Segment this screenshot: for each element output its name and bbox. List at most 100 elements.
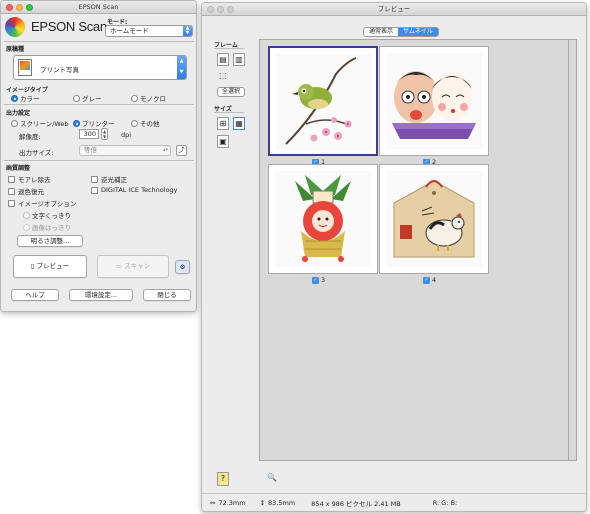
epson-logo-icon xyxy=(5,17,25,37)
zoom-window-button[interactable] xyxy=(26,4,33,11)
tab-thumbnail[interactable]: サムネイル xyxy=(398,28,438,36)
thumbnail-frame xyxy=(268,164,378,274)
preview-button[interactable]: ▯ プレビュー xyxy=(13,255,87,278)
radio-other[interactable]: その他 xyxy=(131,118,160,128)
photo-icon xyxy=(18,59,32,76)
scan-window-title: EPSON Scan xyxy=(78,3,119,11)
frame-landscape-icon[interactable]: ▥ xyxy=(233,53,245,66)
thumbnail-3-checkbox[interactable]: ✓ xyxy=(312,276,319,284)
thumbnail-image-ornament xyxy=(275,171,371,267)
preview-window: プレビュー 通常表示 サムネイル フレーム ▤ ▥ ⬚ 全選択 サイズ ⊞ ▦ … xyxy=(201,2,587,512)
scrollbar-track[interactable] xyxy=(568,39,569,461)
doc-type-label: 原稿種 xyxy=(6,46,25,53)
thumbnail-frame xyxy=(268,46,378,156)
checkbox-moire-label: モアレ除去 xyxy=(18,176,51,184)
radio-dot xyxy=(11,94,18,102)
checkbox-box xyxy=(8,187,15,195)
checkbox-color-restore[interactable]: 退色復元 xyxy=(8,186,44,196)
frame-select-icon[interactable]: ⬚ xyxy=(217,70,229,83)
output-label: 出力設定 xyxy=(6,110,31,117)
radio-image-clear[interactable]: 画像はっきり xyxy=(23,222,71,232)
scanner-icon: ▭ xyxy=(115,262,125,270)
thumbnail-3[interactable]: ✓ 3 xyxy=(268,164,378,285)
checkbox-backlight[interactable]: 逆光補正 xyxy=(91,174,127,184)
checkbox-moire[interactable]: モアレ除去 xyxy=(8,174,51,184)
output-size-label: 出力サイズ: xyxy=(19,149,54,157)
thumb-single-icon[interactable]: ▣ xyxy=(217,135,229,148)
mode-value: ホームモード xyxy=(110,27,149,35)
status-rgb: R: G: B: xyxy=(432,498,458,507)
divider xyxy=(4,104,194,105)
checkbox-color-restore-label: 退色復元 xyxy=(18,188,44,196)
help-button[interactable]: ヘルプ xyxy=(11,289,59,301)
radio-dot xyxy=(131,94,138,102)
resolution-label: 解像度: xyxy=(19,133,41,141)
resolution-input[interactable]: 300 xyxy=(79,129,99,139)
checkbox-backlight-label: 逆光補正 xyxy=(101,176,127,184)
logo-text: EPSON Scan xyxy=(31,19,107,34)
thumbnail-4-checkbox[interactable]: ✓ xyxy=(423,276,430,284)
checkbox-image-option-label: イメージオプション xyxy=(18,200,77,208)
preview-button-label: プレビュー xyxy=(36,262,70,270)
logo-row: EPSON Scan モード: ホームモード ▲ ▼ xyxy=(1,14,196,41)
settings-button[interactable]: 環境設定... xyxy=(69,289,133,301)
checkbox-digital-ice[interactable]: DIGITAL ICE Technology xyxy=(91,186,178,194)
scan-button[interactable]: ▭ スキャン xyxy=(97,255,169,278)
adjust-label: 画質調整 xyxy=(6,165,31,172)
thumb-small-icon[interactable]: ▦ xyxy=(233,117,245,130)
thumbnail-4[interactable]: ✓ 4 xyxy=(379,164,489,285)
output-size-select[interactable]: 等倍 ▴▾ xyxy=(79,145,171,156)
radio-mono[interactable]: モノクロ xyxy=(131,93,166,103)
output-size-value: 等倍 xyxy=(84,146,97,154)
radio-color[interactable]: カラー xyxy=(11,93,40,103)
thumbnail-1[interactable]: ✓ 1 xyxy=(268,46,378,167)
minimize-window-button[interactable] xyxy=(217,6,224,13)
thumbnail-3-label: 3 xyxy=(321,276,326,284)
select-all-button[interactable]: 全選択 xyxy=(217,87,245,97)
checkbox-digital-ice-label: DIGITAL ICE Technology xyxy=(101,186,178,194)
minimize-window-button[interactable] xyxy=(16,4,23,11)
close-button[interactable]: 閉じる xyxy=(143,289,191,301)
frame-portrait-icon[interactable]: ▤ xyxy=(217,53,229,66)
size-settings-icon[interactable]: ⤴ xyxy=(176,145,187,156)
radio-printer[interactable]: プリンター xyxy=(73,118,115,128)
radio-text-sharp-label: 文字くっきり xyxy=(32,212,71,220)
thumbnail-2[interactable]: ✓ 2 xyxy=(379,46,489,167)
thumb-large-icon[interactable]: ⊞ xyxy=(217,117,229,130)
thumbnail-area: ✓ 1 ✓ 2 ✓ 3 ✓ 4 xyxy=(259,39,577,461)
checkbox-box xyxy=(91,186,98,194)
close-window-button[interactable] xyxy=(207,6,214,13)
radio-other-label: その他 xyxy=(140,120,160,128)
thumbnail-caption: ✓ 3 xyxy=(312,276,325,284)
magnifier-icon[interactable]: 🔍 xyxy=(266,472,278,486)
divider xyxy=(214,112,244,113)
resolution-stepper[interactable]: ▲ ▼ xyxy=(101,128,108,140)
radio-screen-web[interactable]: スクリーン/Web xyxy=(11,118,69,128)
thumbnail-image-masks xyxy=(386,53,482,149)
configure-icon[interactable]: ⚙ xyxy=(175,260,190,274)
zoom-window-button[interactable] xyxy=(227,6,234,13)
radio-gray[interactable]: グレー xyxy=(73,93,102,103)
checkbox-image-option[interactable]: イメージオプション xyxy=(8,198,76,208)
divider xyxy=(4,160,194,161)
help-question-icon[interactable]: ? xyxy=(217,472,229,486)
thumbnail-caption: ✓ 4 xyxy=(423,276,436,284)
radio-text-sharp[interactable]: 文字くっきり xyxy=(23,210,71,220)
scan-titlebar: EPSON Scan xyxy=(1,1,196,14)
status-bar: ↔ 72.3mm ↕ 83.5mm 854 x 986 ピクセル 2.41 MB… xyxy=(202,493,586,511)
status-height: 83.5mm xyxy=(268,498,296,507)
radio-printer-label: プリンター xyxy=(82,120,115,128)
updown-arrow-icon: ▴▾ xyxy=(162,147,168,153)
tab-normal-view[interactable]: 通常表示 xyxy=(364,28,399,36)
close-window-button[interactable] xyxy=(6,4,13,11)
brightness-button[interactable]: 明るさ調整... xyxy=(17,235,83,247)
doc-type-select[interactable]: プリント写真 ▲ ▼ xyxy=(13,55,187,80)
radio-image-clear-label: 画像はっきり xyxy=(32,224,71,232)
thumbnail-frame xyxy=(379,46,489,156)
width-icon: ↔ xyxy=(210,498,216,507)
mode-select[interactable]: ホームモード ▲ ▼ xyxy=(105,25,193,37)
thumbnail-image-ema xyxy=(386,171,482,267)
height-icon: ↕ xyxy=(259,498,266,507)
status-width: 72.3mm xyxy=(218,498,246,507)
status-pixels: 854 x 986 ピクセル 2.41 MB xyxy=(311,499,401,508)
